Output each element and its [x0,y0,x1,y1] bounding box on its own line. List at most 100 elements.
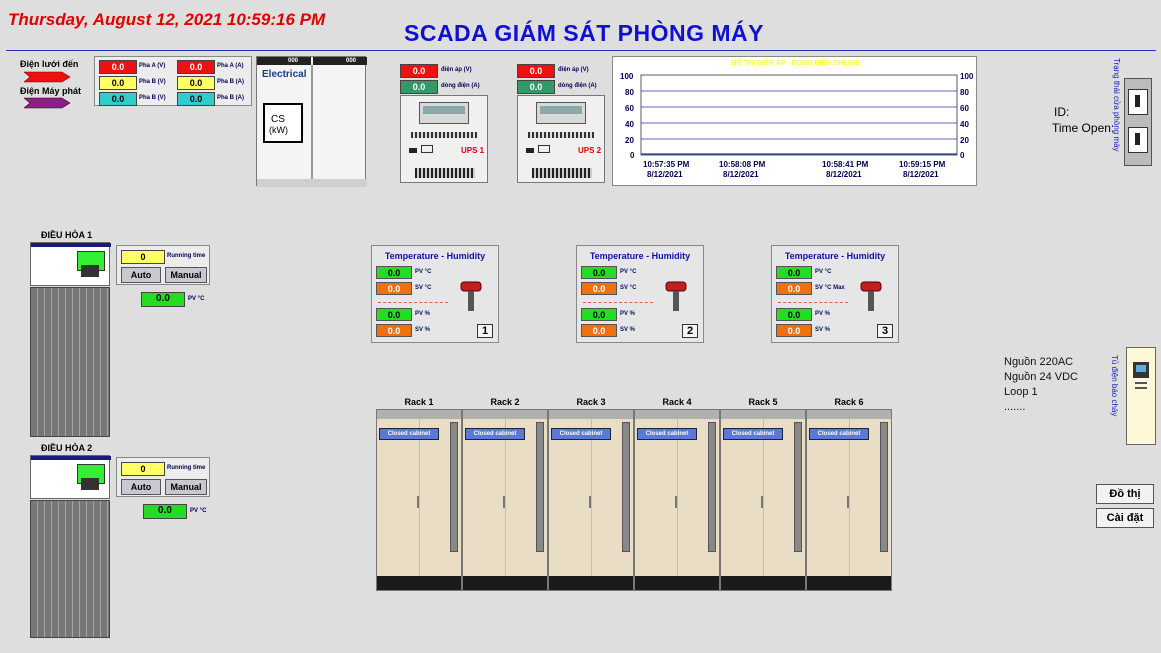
ups2-display [540,106,582,114]
phase-c-current-tag: Pha B (A) [217,95,244,101]
rack-6-label: Rack 6 [834,397,864,407]
th-sensor-2-title: Temperature - Humidity [589,251,691,261]
x-tick-date-3: 8/12/2021 [826,170,862,179]
door-time-open-label: Time Open: [1052,121,1115,135]
ac2-indoor-unit[interactable] [30,455,111,499]
th-sensor-2-pv-temp: 0.0 [581,266,617,279]
ac2-auto-button[interactable]: Auto [121,479,161,495]
ac2-control-panel: 0 Running time Auto Manual [116,457,210,497]
ac1-auto-button[interactable]: Auto [121,267,161,283]
y-tick-left-100: 100 [620,72,634,81]
rack-1-label: Rack 1 [404,397,434,407]
y-tick-left-60: 60 [625,104,634,113]
ac1-title: ĐIỀU HÒA 1 [41,230,93,240]
y-tick-right-20: 20 [960,136,969,145]
grid-arrow-icon [24,71,71,83]
th-sensor-2-sv-hum-tag: SV % [620,327,636,333]
ups1-name: UPS 1 [461,146,485,155]
ac2-running-time-label: Running time [167,465,206,471]
cs-label: CS [271,114,285,125]
voltage-current-trend-chart[interactable]: ĐỒ THỊ ĐIỆN ÁP - DÒNG ĐIỆN ONLINE 100 80… [612,56,977,186]
ups1-voltage: 0.0 [400,64,438,78]
rack-4[interactable]: Closed cabinet [634,409,720,591]
datetime: Thursday, August 12, 2021 10:59:16 PM [8,10,326,29]
ac1-pv-temp: 0.0 [141,292,185,307]
rack-1-status: Closed cabinet [379,428,439,440]
th-sensor-1-sv-hum-tag: SV % [415,327,431,333]
ups2-current: 0.0 [517,80,555,94]
phase-a-current: 0.0 [177,60,215,74]
door-icon[interactable] [1124,78,1152,166]
rack-6[interactable]: Closed cabinet [806,409,892,591]
kw-label: (kW) [269,125,288,135]
x-tick-time-3: 10:58:41 PM [822,160,869,169]
power-readings-panel: 0.0 Pha A (V) 0.0 Pha A (A) 0.0 Pha B (V… [94,56,252,106]
phase-a-voltage-tag: Pha A (V) [139,63,166,69]
rack-4-label: Rack 4 [662,397,692,407]
y-tick-right-0: 0 [960,151,965,160]
th-sensor-1-sv-temp-tag: SV °C [415,285,432,291]
ac1-manual-button[interactable]: Manual [165,267,207,283]
th-sensor-3-pv-temp-tag: PV °C [815,269,832,275]
th-sensor-1-sv-hum: 0.0 [376,324,412,337]
rack-5[interactable]: Closed cabinet [720,409,806,591]
header-divider [6,50,1156,51]
rack-2[interactable]: Closed cabinet [462,409,548,591]
ups2-unit[interactable]: UPS 2 [517,95,605,183]
fire-alarm-panel-icon[interactable] [1126,347,1156,445]
ac1-control-panel: 0 Running time Auto Manual [116,245,210,285]
ups2-voltage-tag: điện áp (V) [558,67,589,73]
ups2-current-tag: dòng điện (A) [558,83,597,89]
ups2-voltage: 0.0 [517,64,555,78]
chart-button[interactable]: Đồ thị [1096,484,1154,504]
th-sensor-3-pv-hum-tag: PV % [815,311,831,317]
ac1-outdoor-grille [30,287,110,437]
ups2-name: UPS 2 [578,146,602,155]
phase-c-voltage: 0.0 [99,92,137,106]
x-tick-date-1: 8/12/2021 [647,170,683,179]
cabinet-readout-2: 000 [346,58,357,64]
phase-b-current: 0.0 [177,76,215,90]
th-sensor-3-pv-hum: 0.0 [776,308,812,321]
th-sensor-2[interactable]: Temperature - Humidity 0.0 PV °C 0.0 SV … [576,245,704,343]
y-tick-right-40: 40 [960,120,969,129]
y-tick-left-40: 40 [625,120,634,129]
ups1-display [423,106,465,114]
grid-power-label: Điện lưới đến [20,59,79,69]
th-sensor-3-probe-icon [860,281,882,311]
y-tick-right-80: 80 [960,88,969,97]
phase-c-current: 0.0 [177,92,215,106]
rack-2-label: Rack 2 [490,397,520,407]
rack-3[interactable]: Closed cabinet [548,409,634,591]
th-sensor-1-sv-temp: 0.0 [376,282,412,295]
th-sensor-2-sv-hum: 0.0 [581,324,617,337]
th-sensor-1[interactable]: Temperature - Humidity 0.0 PV °C 0.0 SV … [371,245,499,343]
ac2-manual-button[interactable]: Manual [165,479,207,495]
y-tick-left-20: 20 [625,136,634,145]
phase-b-voltage-tag: Pha B (V) [139,79,166,85]
ups1-unit[interactable]: UPS 1 [400,95,488,183]
th-sensor-1-pv-hum: 0.0 [376,308,412,321]
electrical-cabinet[interactable]: 000 000 Electrical CS (kW) [256,56,367,187]
ac2-pv-temp: 0.0 [143,504,187,519]
th-sensor-3[interactable]: Temperature - Humidity 0.0 PV °C 0.0 SV … [771,245,899,343]
fire-item-220ac: Nguồn 220AC [1004,356,1074,368]
fire-panel-vertical-label: Tủ điện báo cháy [1110,355,1119,417]
th-sensor-1-pv-temp-tag: PV °C [415,269,432,275]
cs-kw-box: CS (kW) [263,103,303,143]
rack-2-status: Closed cabinet [465,428,525,440]
ups1-current: 0.0 [400,80,438,94]
rack-5-label: Rack 5 [748,397,778,407]
settings-button[interactable]: Cài đặt [1096,508,1154,528]
th-sensor-2-pv-temp-tag: PV °C [620,269,637,275]
y-tick-right-60: 60 [960,104,969,113]
th-sensor-3-sv-temp-tag: SV °C Max [815,285,845,291]
rack-4-status: Closed cabinet [637,428,697,440]
ac1-running-time: 0 [121,250,165,264]
rack-1[interactable]: Closed cabinet [376,409,462,591]
ac1-indoor-unit[interactable] [30,242,111,286]
door-status-vertical-label: Trạng thái cửa phòng máy [1112,58,1121,152]
ac2-pv-tag: PV °C [190,508,207,514]
th-sensor-3-number: 3 [877,324,893,338]
th-sensor-3-sv-hum: 0.0 [776,324,812,337]
